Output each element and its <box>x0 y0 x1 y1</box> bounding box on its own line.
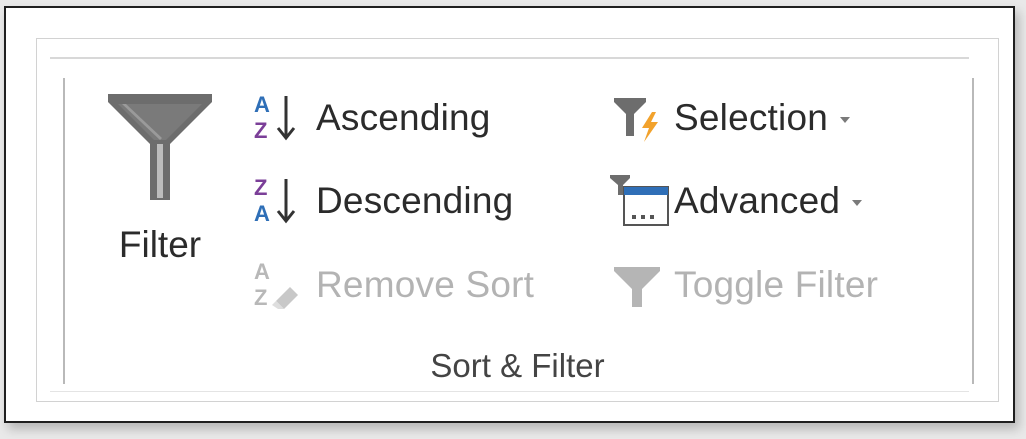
toggle-filter-icon <box>608 257 674 313</box>
filter-button[interactable]: Filter <box>96 88 224 278</box>
toggle-filter-label: Toggle Filter <box>674 264 879 305</box>
svg-text:A: A <box>254 92 270 117</box>
selection-dropdown[interactable]: Selection <box>608 90 851 146</box>
remove-sort-button[interactable]: A Z Remove Sort <box>250 257 534 313</box>
group-bottom-rule <box>50 391 969 392</box>
ribbon-top-rule <box>50 57 969 59</box>
remove-sort-label: Remove Sort <box>316 264 535 305</box>
ribbon-frame: Filter A Z Ascending Z A Descending A Z … <box>4 6 1015 423</box>
sort-descending-button[interactable]: Z A Descending <box>250 173 513 229</box>
screenshot-canvas: Filter A Z Ascending Z A Descending A Z … <box>0 0 1026 439</box>
filter-label: Filter <box>118 224 202 265</box>
toggle-filter-button[interactable]: Toggle Filter <box>608 257 878 313</box>
sort-ascending-label: Ascending <box>316 97 491 138</box>
selection-label: Selection <box>674 97 829 138</box>
remove-sort-icon: A Z <box>250 257 316 313</box>
svg-text:Z: Z <box>254 285 267 310</box>
group-separator-left <box>63 78 65 384</box>
funnel-icon <box>108 94 212 200</box>
filter-selection-icon <box>608 90 674 146</box>
advanced-filter-icon <box>608 173 674 229</box>
advanced-label: Advanced <box>674 180 841 221</box>
sort-descending-icon: Z A <box>250 173 316 229</box>
svg-text:A: A <box>254 259 270 284</box>
sort-ascending-button[interactable]: A Z Ascending <box>250 90 491 146</box>
svg-text:Z: Z <box>254 118 267 143</box>
chevron-down-icon <box>852 200 863 206</box>
chevron-down-icon <box>840 117 851 123</box>
group-separator-right <box>972 78 974 384</box>
svg-text:A: A <box>254 201 270 226</box>
advanced-dropdown[interactable]: Advanced <box>608 173 863 229</box>
svg-text:Z: Z <box>254 175 267 200</box>
sort-ascending-icon: A Z <box>250 90 316 146</box>
sort-descending-label: Descending <box>316 180 514 221</box>
group-title: Sort & Filter <box>430 347 605 384</box>
